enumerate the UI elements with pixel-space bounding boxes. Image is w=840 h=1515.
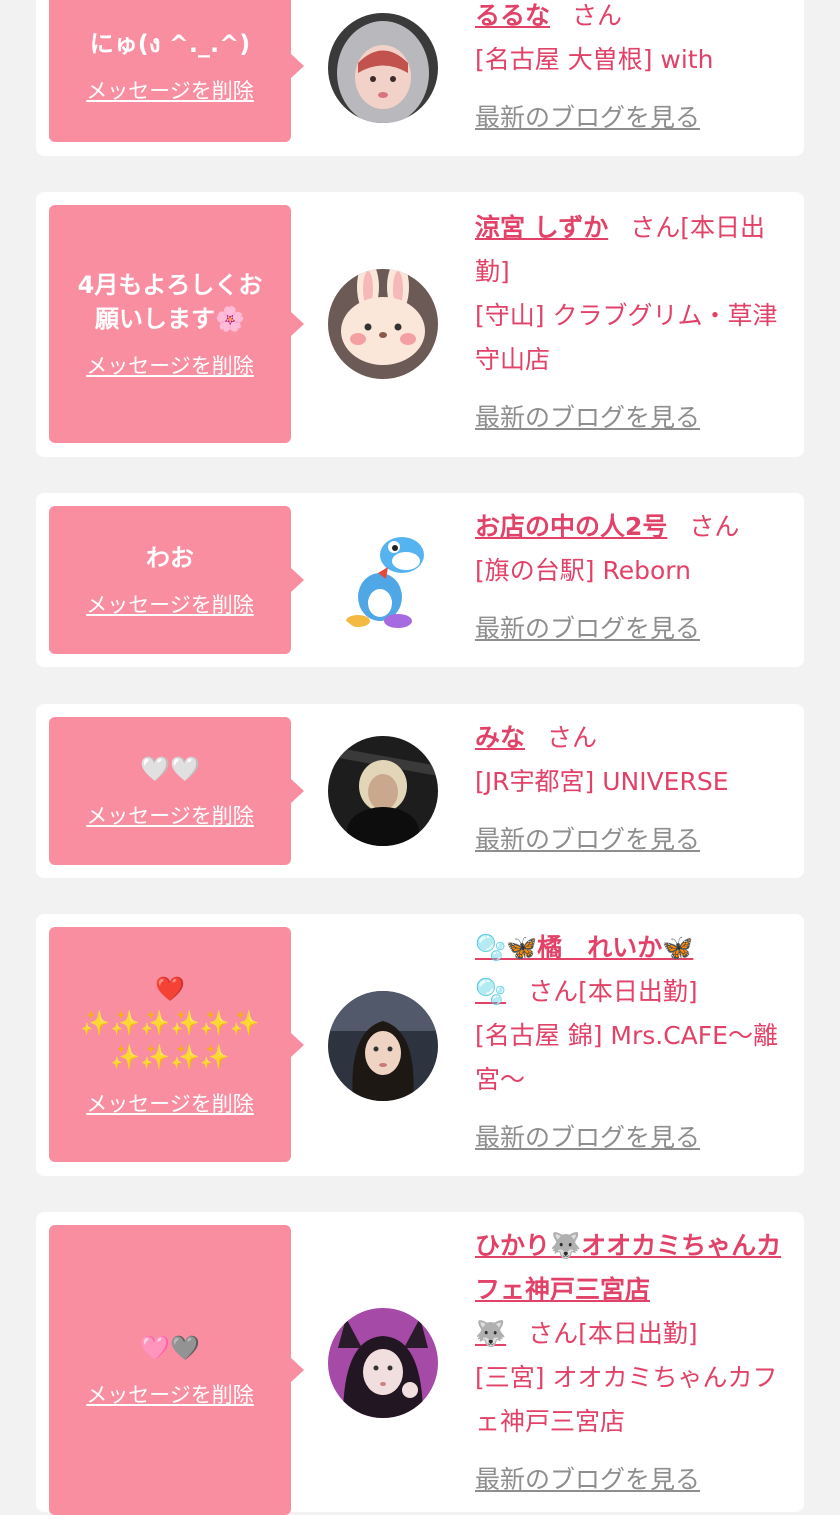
honorific: さん [528,977,579,1006]
message-card: わお メッセージを削除 お店の中の人2号 さん [旗の台駅] Reborn 最新の… [36,493,804,667]
message-bubble: 4月もよろしくお 願いします🌸 メッセージを削除 [49,205,304,443]
girl-info: 🫧🦋橘 れいか🦋 🫧 さん[本日出勤] [名古屋 錦] Mrs.CAFE〜離宮〜 … [475,926,793,1160]
delete-message-link[interactable]: メッセージを削除 [86,589,254,619]
girl-name-link-continued[interactable]: 🫧 [475,977,506,1006]
latest-blog-link[interactable]: 最新のブログを見る [475,818,700,862]
honorific: さん [572,1,623,30]
avatar[interactable] [328,736,438,846]
delete-message-link[interactable]: メッセージを削除 [86,800,254,830]
working-today-badge: [本日出勤] [578,1319,698,1348]
delete-message-link[interactable]: メッセージを削除 [86,350,254,380]
latest-blog-link[interactable]: 最新のブログを見る [475,1458,700,1502]
delete-message-link[interactable]: メッセージを削除 [86,1088,254,1118]
shop-name: [名古屋 錦] Mrs.CAFE〜離宮〜 [475,1021,778,1094]
message-card: にゅ(ง ^._.^) メッセージを削除 るるな さん [名古屋 大曽根] wit… [36,0,804,156]
message-card: 🩷🩶 メッセージを削除 ひかり🐺オオカミちゃんカフェ神戸三宮店 🐺 さん[本日出勤… [36,1212,804,1515]
honorific: さん [630,213,681,242]
message-card: 4月もよろしくお 願いします🌸 メッセージを削除 涼宮 しずか さん[本日出勤] … [36,192,804,457]
shop-name: [旗の台駅] Reborn [475,556,691,585]
girl-name-link[interactable]: るるな [475,1,550,30]
avatar[interactable] [328,269,438,379]
message-bubble: 🩷🩶 メッセージを削除 [49,1225,304,1515]
message-text: わお [146,544,194,572]
latest-blog-link[interactable]: 最新のブログを見る [475,96,700,140]
delete-message-link[interactable]: メッセージを削除 [86,1379,254,1409]
honorific: さん [689,512,740,541]
shop-name: [三宮] オオカミちゃんカフェ神戸三宮店 [475,1363,778,1436]
avatar[interactable] [328,1308,438,1418]
latest-blog-link[interactable]: 最新のブログを見る [475,1116,700,1160]
avatar[interactable] [328,525,438,635]
message-bubble: ❤️ ✨✨✨✨✨✨ ✨✨✨✨ メッセージを削除 [49,927,304,1162]
girl-name-link[interactable]: 🫧🦋橘 れいか🦋 [475,933,693,962]
message-card: 🤍🤍 メッセージを削除 みな さん [JR宇都宮] UNIVERSE 最新のブログ… [36,704,804,878]
shop-name: [名古屋 大曽根] with [475,45,714,74]
latest-blog-link[interactable]: 最新のブログを見る [475,396,700,440]
message-bubble: 🤍🤍 メッセージを削除 [49,717,304,865]
latest-blog-link[interactable]: 最新のブログを見る [475,607,700,651]
honorific: さん [547,723,598,752]
girl-info: みな さん [JR宇都宮] UNIVERSE 最新のブログを見る [475,716,793,862]
message-text: にゅ(ง ^._.^) [89,30,251,58]
girl-name-link[interactable]: お店の中の人2号 [475,512,667,541]
message-text: 🤍🤍 [140,755,200,783]
working-today-badge: [本日出勤] [578,977,698,1006]
message-text: 🩷🩶 [140,1334,200,1362]
girl-info: お店の中の人2号 さん [旗の台駅] Reborn 最新のブログを見る [475,505,793,651]
message-bubble: わお メッセージを削除 [49,506,304,654]
girl-info: 涼宮 しずか さん[本日出勤] [守山] クラブグリム・草津守山店 最新のブログを… [475,206,793,440]
girl-name-link[interactable]: 涼宮 しずか [475,213,608,242]
shop-name: [JR宇都宮] UNIVERSE [475,767,729,796]
girl-info: るるな さん [名古屋 大曽根] with 最新のブログを見る [475,0,793,140]
message-text: 4月もよろしくお 願いします🌸 [77,271,263,333]
girl-name-link-continued[interactable]: 🐺 [475,1319,506,1348]
honorific: さん [528,1319,579,1348]
girl-info: ひかり🐺オオカミちゃんカフェ神戸三宮店 🐺 さん[本日出勤] [三宮] オオカミち… [475,1224,793,1502]
girl-name-link[interactable]: ひかり🐺オオカミちゃんカフェ神戸三宮店 [475,1231,781,1304]
girl-name-link[interactable]: みな [475,723,525,752]
delete-message-link[interactable]: メッセージを削除 [86,75,254,105]
shop-name: [守山] クラブグリム・草津守山店 [475,301,778,374]
message-bubble: にゅ(ง ^._.^) メッセージを削除 [49,0,304,142]
avatar[interactable] [328,991,438,1101]
message-text: ❤️ ✨✨✨✨✨✨ ✨✨✨✨ [80,974,260,1071]
message-card: ❤️ ✨✨✨✨✨✨ ✨✨✨✨ メッセージを削除 🫧🦋橘 れいか🦋 🫧 さん[本日出… [36,914,804,1176]
avatar[interactable] [328,13,438,123]
